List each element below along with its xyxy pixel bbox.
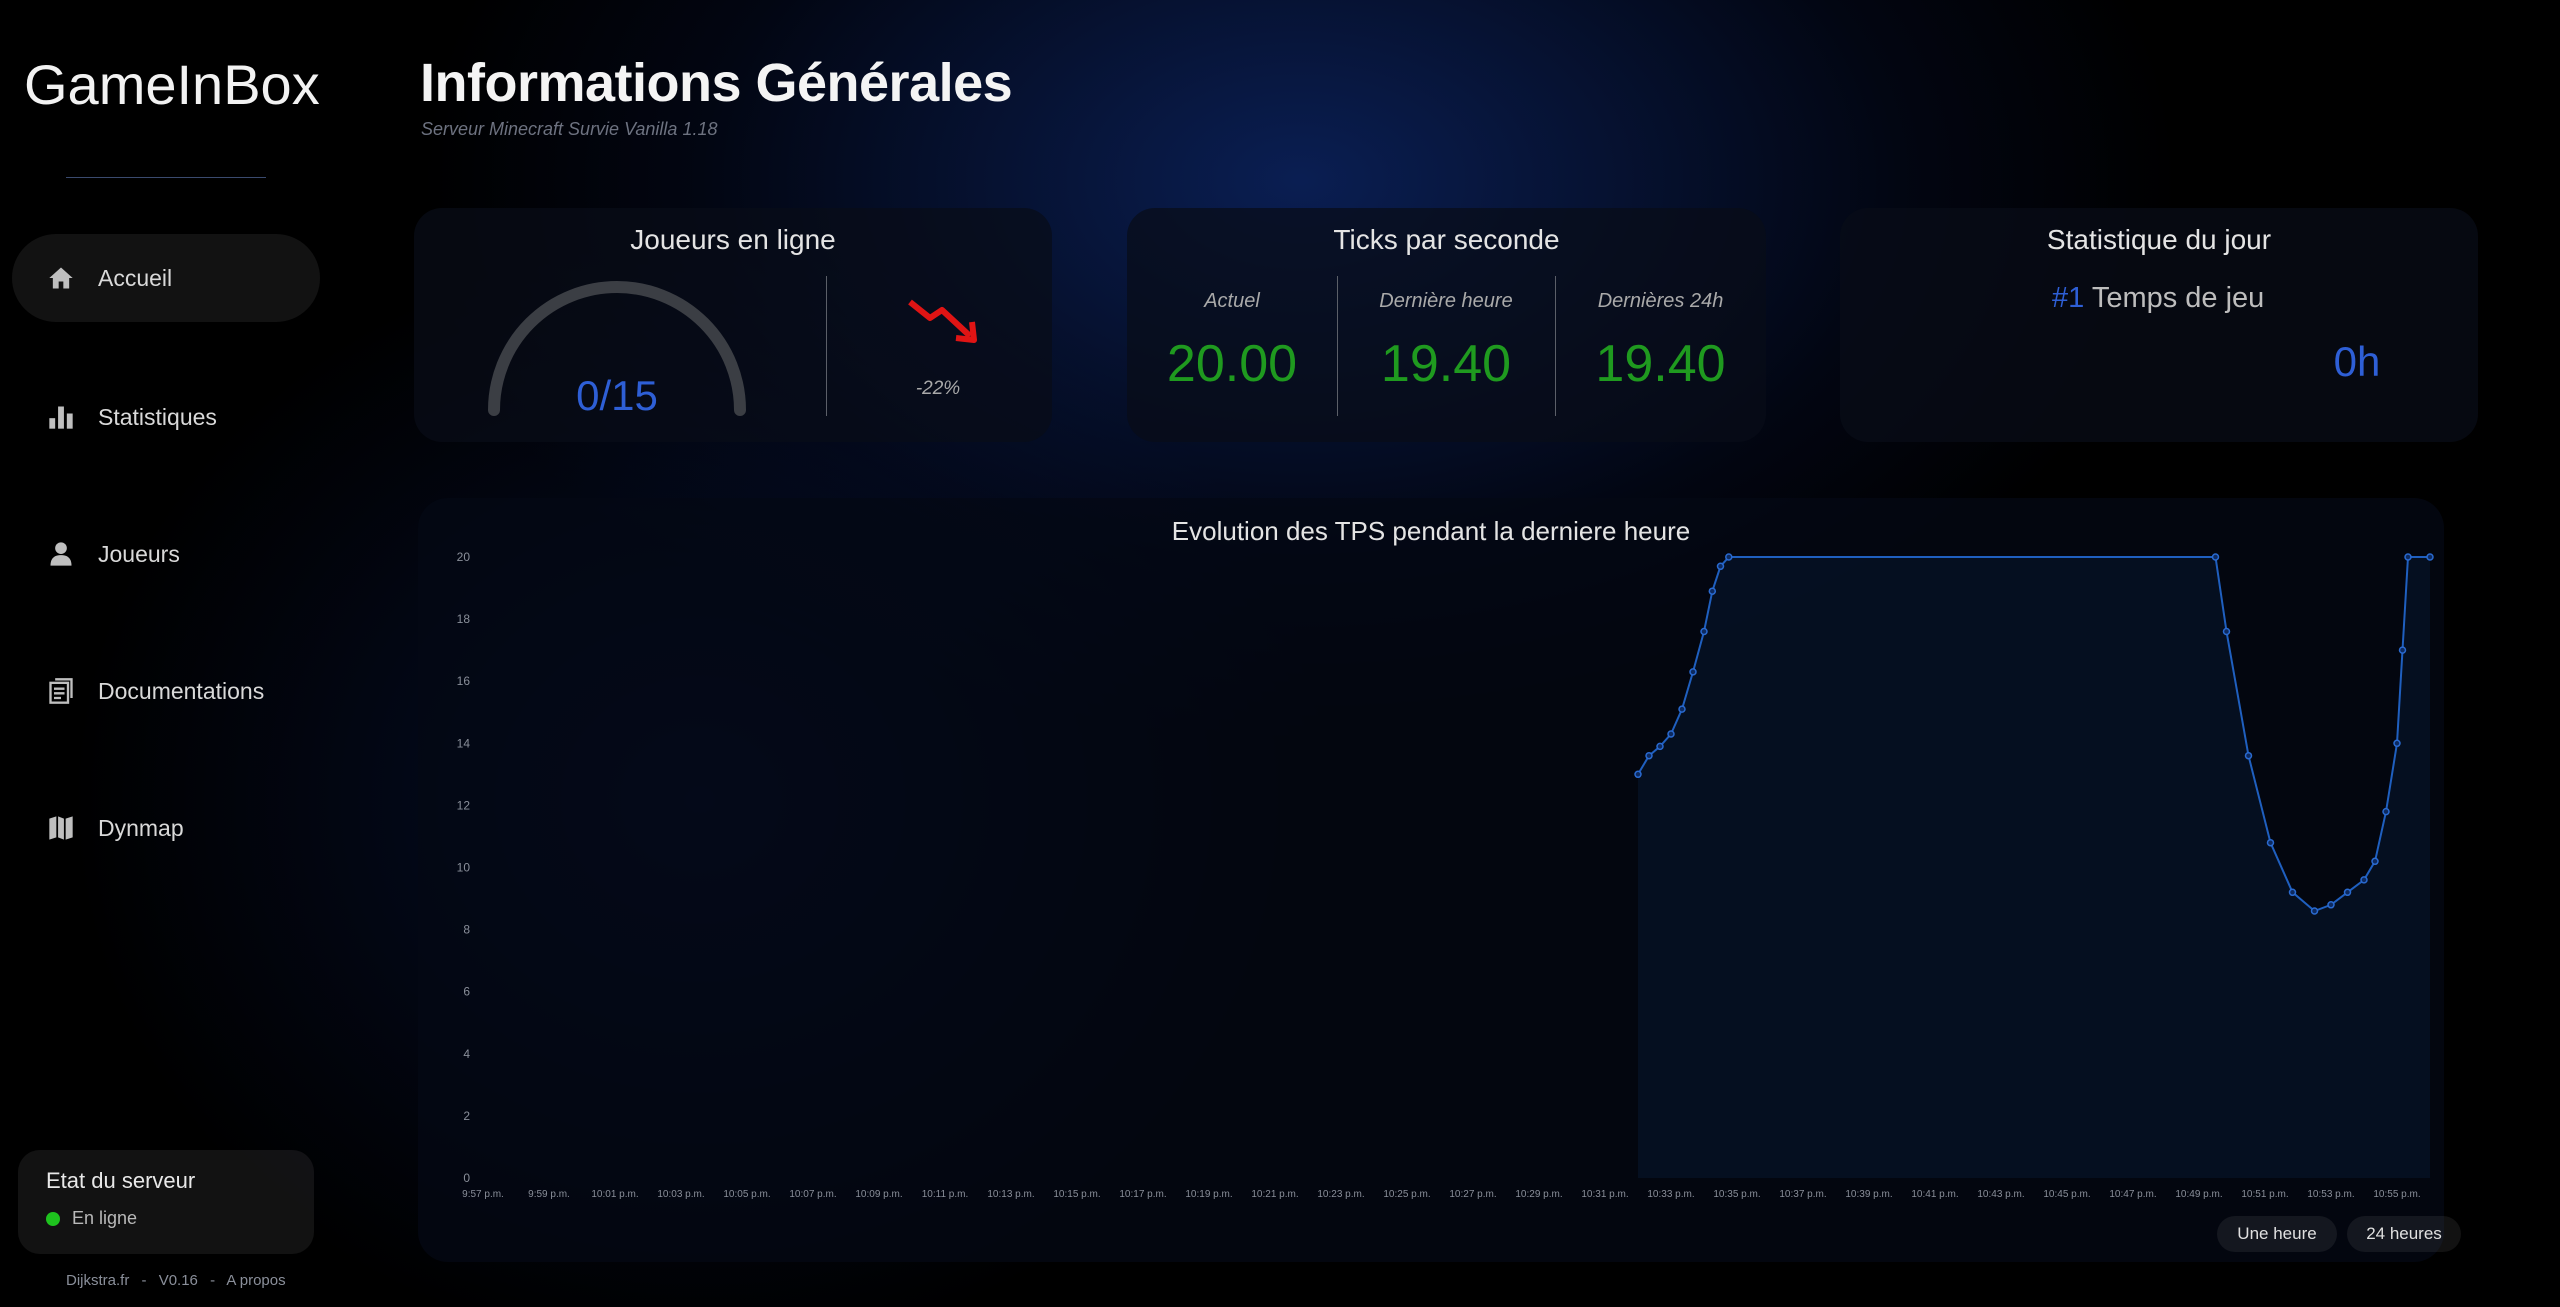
x-tick-label: 10:15 p.m.	[1053, 1189, 1100, 1200]
data-point	[1645, 751, 1653, 760]
y-tick-label: 16	[457, 674, 471, 688]
data-point	[2327, 901, 2335, 909]
data-point	[2426, 553, 2434, 561]
y-tick-label: 6	[463, 985, 470, 999]
x-tick-label: 10:27 p.m.	[1449, 1189, 1496, 1200]
x-tick-label: 10:43 p.m.	[1977, 1189, 2024, 1200]
range-24-hours-button[interactable]: 24 heures	[2347, 1216, 2461, 1252]
x-tick-label: 10:05 p.m.	[723, 1189, 770, 1200]
x-tick-label: 10:11 p.m.	[922, 1189, 969, 1200]
y-tick-label: 18	[457, 612, 471, 626]
data-point	[1634, 770, 1642, 779]
data-point	[2398, 646, 2407, 654]
data-point	[2310, 907, 2319, 915]
x-tick-label: 10:29 p.m.	[1515, 1189, 1562, 1200]
x-tick-label: 10:07 p.m.	[789, 1189, 836, 1200]
x-tick-label: 10:25 p.m.	[1383, 1189, 1430, 1200]
data-point	[2343, 888, 2352, 897]
data-point	[1689, 668, 1697, 676]
data-point	[2360, 876, 2368, 884]
y-tick-label: 8	[463, 923, 470, 937]
y-tick-label: 0	[463, 1171, 470, 1185]
data-point	[1725, 553, 1733, 561]
x-tick-label: 10:49 p.m.	[2175, 1189, 2222, 1200]
y-tick-label: 10	[457, 861, 471, 875]
data-point	[1700, 627, 1708, 636]
data-point	[2244, 751, 2253, 760]
data-point	[1656, 742, 1664, 751]
x-tick-label: 10:35 p.m.	[1713, 1189, 1760, 1200]
x-tick-label: 10:21 p.m.	[1251, 1189, 1298, 1200]
x-tick-label: 10:23 p.m.	[1317, 1189, 1364, 1200]
x-tick-label: 10:01 p.m.	[591, 1189, 638, 1200]
x-tick-label: 9:57 p.m.	[462, 1189, 504, 1200]
x-tick-label: 10:09 p.m.	[855, 1189, 902, 1200]
x-tick-label: 10:31 p.m.	[1581, 1189, 1628, 1200]
data-point	[2266, 838, 2275, 847]
y-tick-label: 14	[457, 736, 471, 750]
x-tick-label: 10:41 p.m.	[1911, 1189, 1958, 1200]
data-point	[2288, 888, 2297, 897]
y-tick-label: 12	[457, 798, 471, 812]
x-tick-label: 10:17 p.m.	[1119, 1189, 1166, 1200]
x-tick-label: 9:59 p.m.	[528, 1189, 570, 1200]
x-tick-label: 10:55 p.m.	[2373, 1189, 2420, 1200]
y-tick-label: 20	[457, 550, 471, 564]
tps-line-chart: 0 2 4 6 8 10 12 14 16 18 20 9:57 p.m. 9:59 p.m. 10:01…	[457, 550, 2434, 1200]
data-point	[1678, 705, 1686, 713]
series-area	[1638, 557, 2430, 1178]
data-point	[1716, 562, 1725, 571]
x-tick-label: 10:39 p.m.	[1845, 1189, 1892, 1200]
x-tick-label: 10:33 p.m.	[1647, 1189, 1694, 1200]
x-tick-label: 10:37 p.m.	[1779, 1189, 1826, 1200]
data-point	[2222, 627, 2231, 636]
x-tick-label: 10:53 p.m.	[2307, 1189, 2354, 1200]
data-point	[2404, 553, 2412, 561]
data-point	[2393, 739, 2401, 748]
data-point	[2382, 807, 2390, 816]
range-one-hour-button[interactable]: Une heure	[2217, 1216, 2337, 1252]
y-tick-label: 4	[463, 1047, 470, 1061]
x-tick-label: 10:45 p.m.	[2043, 1189, 2090, 1200]
x-tick-label: 10:19 p.m.	[1185, 1189, 1232, 1200]
data-point	[1667, 730, 1675, 738]
data-point	[2371, 857, 2379, 866]
data-point	[2211, 553, 2220, 561]
x-tick-label: 10:51 p.m.	[2241, 1189, 2288, 1200]
data-point	[1708, 587, 1717, 595]
x-tick-label: 10:03 p.m.	[657, 1189, 704, 1200]
x-tick-label: 10:13 p.m.	[987, 1189, 1034, 1200]
x-tick-label: 10:47 p.m.	[2109, 1189, 2156, 1200]
y-tick-label: 2	[463, 1109, 470, 1123]
